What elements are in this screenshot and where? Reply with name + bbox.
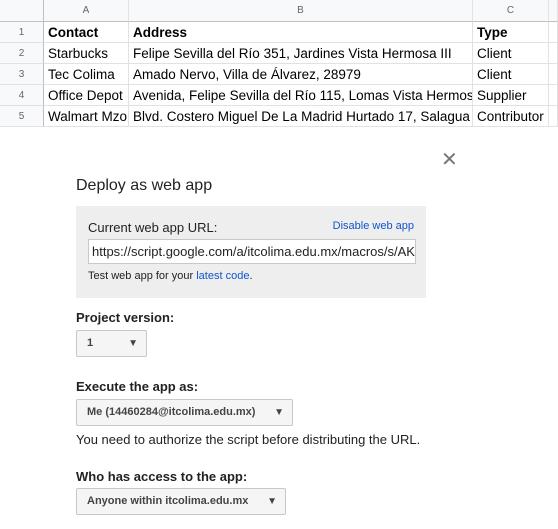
- cell-address[interactable]: Blvd. Costero Miguel De La Madrid Hurtad…: [129, 106, 473, 127]
- cell-address[interactable]: Amado Nervo, Villa de Álvarez, 28979: [129, 64, 473, 85]
- cell-empty[interactable]: [549, 22, 558, 43]
- cell-type[interactable]: Client: [473, 43, 549, 64]
- latest-code-link[interactable]: latest code: [196, 270, 249, 282]
- cell-address[interactable]: Felipe Sevilla del Río 351, Jardines Vis…: [129, 43, 473, 64]
- chevron-down-icon: ▼: [128, 338, 138, 349]
- corner-cell[interactable]: [0, 0, 44, 22]
- table-row: 5 Walmart Mzo Blvd. Costero Miguel De La…: [0, 106, 558, 127]
- row-header[interactable]: 5: [0, 106, 44, 127]
- cell-type[interactable]: Supplier: [473, 85, 549, 106]
- table-row: 1 Contact Address Type: [0, 22, 558, 43]
- web-app-url-field[interactable]: https://script.google.com/a/itcolima.edu…: [88, 239, 416, 264]
- cell-contact[interactable]: Starbucks: [44, 43, 129, 64]
- execute-as-label: Execute the app as:: [76, 379, 199, 394]
- cell-contact[interactable]: Tec Colima: [44, 64, 129, 85]
- close-icon[interactable]: ✕: [441, 150, 458, 170]
- cell-contact[interactable]: Office Depot: [44, 85, 129, 106]
- access-label: Who has access to the app:: [76, 469, 248, 484]
- row-header[interactable]: 3: [0, 64, 44, 85]
- column-header-b[interactable]: B: [129, 0, 473, 22]
- cell-empty[interactable]: [549, 85, 558, 106]
- execute-as-select[interactable]: Me (14460284@itcolima.edu.mx) ▼: [76, 399, 293, 426]
- cell-empty[interactable]: [549, 106, 558, 127]
- access-value: Anyone within itcolima.edu.mx: [87, 495, 249, 507]
- cell-empty[interactable]: [549, 64, 558, 85]
- disable-web-app-link[interactable]: Disable web app: [333, 220, 414, 232]
- cell-contact[interactable]: Contact: [44, 22, 129, 43]
- table-row: 2 Starbucks Felipe Sevilla del Río 351, …: [0, 43, 558, 64]
- spreadsheet-grid: A B C 1 Contact Address Type 2 Starbucks…: [0, 0, 558, 128]
- cell-empty[interactable]: [549, 43, 558, 64]
- test-text: Test web app for your: [88, 270, 197, 282]
- cell-contact[interactable]: Walmart Mzo: [44, 106, 129, 127]
- execute-as-value: Me (14460284@itcolima.edu.mx): [87, 406, 256, 418]
- access-select[interactable]: Anyone within itcolima.edu.mx ▼: [76, 488, 286, 515]
- row-header[interactable]: 2: [0, 43, 44, 64]
- project-version-value: 1: [87, 337, 94, 349]
- chevron-down-icon: ▼: [267, 496, 277, 507]
- cell-type[interactable]: Type: [473, 22, 549, 43]
- row-header[interactable]: 1: [0, 22, 44, 43]
- cell-address[interactable]: Avenida, Felipe Sevilla del Río 115, Lom…: [129, 85, 473, 106]
- project-version-label: Project version:: [76, 310, 175, 325]
- chevron-down-icon: ▼: [274, 407, 284, 418]
- cell-type[interactable]: Contributor: [473, 106, 549, 127]
- table-row: 4 Office Depot Avenida, Felipe Sevilla d…: [0, 85, 558, 106]
- column-header-row: A B C: [0, 0, 558, 22]
- project-version-select[interactable]: 1 ▼: [76, 330, 147, 357]
- cell-type[interactable]: Client: [473, 64, 549, 85]
- url-panel: Current web app URL: Disable web app htt…: [76, 206, 426, 298]
- url-label: Current web app URL:: [88, 220, 218, 235]
- row-header[interactable]: 4: [0, 85, 44, 106]
- test-web-app-text: Test web app for your latest code.: [88, 270, 253, 282]
- authorize-note: You need to authorize the script before …: [76, 432, 421, 447]
- dialog-title: Deploy as web app: [76, 177, 213, 194]
- column-header-a[interactable]: A: [44, 0, 129, 22]
- column-header-c[interactable]: C: [473, 0, 549, 22]
- column-header-d[interactable]: [549, 0, 558, 22]
- test-suffix: .: [249, 270, 253, 282]
- table-row: 3 Tec Colima Amado Nervo, Villa de Álvar…: [0, 64, 558, 85]
- cell-address[interactable]: Address: [129, 22, 473, 43]
